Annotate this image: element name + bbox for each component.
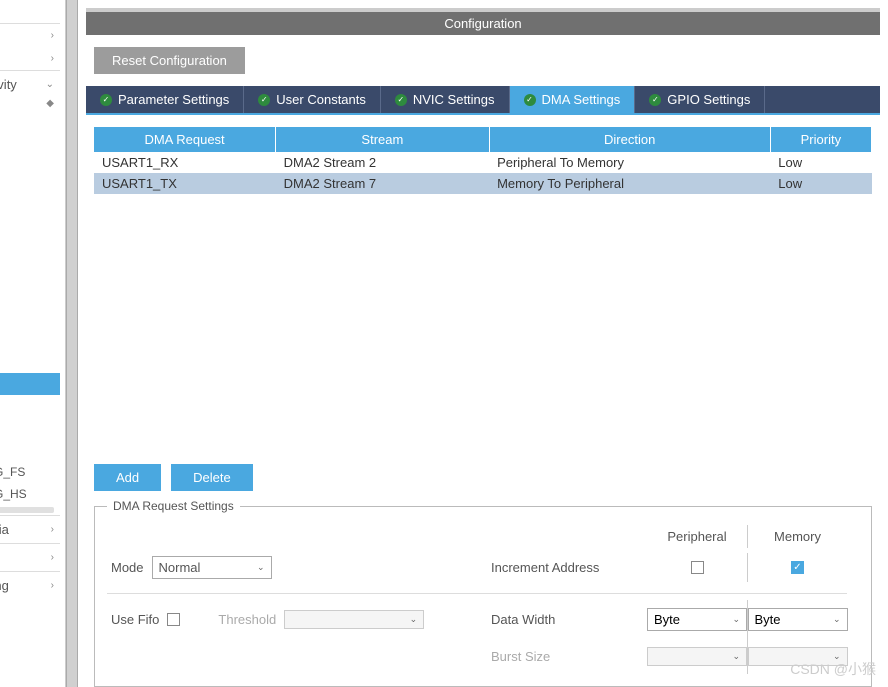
burst-size-label: Burst Size	[487, 641, 647, 672]
chevron-down-icon: ⌄	[833, 614, 841, 625]
table-cell: USART1_TX	[94, 173, 276, 194]
tabs-bar: ✓Parameter Settings✓User Constants✓NVIC …	[86, 86, 880, 115]
increment-peripheral-checkbox[interactable]	[691, 561, 704, 574]
sidebar-blank[interactable]: ›	[0, 47, 60, 70]
increment-address-label: Increment Address	[487, 552, 647, 583]
sidebar-item-fmc[interactable]: FMC	[0, 175, 60, 197]
burst-size-peripheral-select: ⌄	[647, 647, 747, 666]
sidebar-section[interactable]: Computing›	[0, 571, 60, 599]
configuration-banner: Configuration	[86, 8, 880, 35]
column-header[interactable]: Stream	[276, 127, 489, 152]
sidebar-item-usb_otg_fs[interactable]: USB_OTG_FS	[0, 461, 60, 483]
tab-user-constants[interactable]: ✓User Constants	[244, 86, 381, 113]
reset-configuration-button[interactable]: Reset Configuration	[94, 47, 245, 74]
resize-gutter[interactable]	[66, 0, 78, 687]
mode-row: Mode Normal⌄	[107, 548, 487, 587]
left-sidebar: WDG › › Connectivity⌄ ◆ CAN1CAN2ETHFMCI2…	[0, 0, 66, 687]
table-row[interactable]: USART1_RXDMA2 Stream 2Peripheral To Memo…	[94, 152, 872, 173]
check-icon: ✓	[649, 94, 661, 106]
progress-bar	[0, 507, 54, 513]
sidebar-item-i2c2[interactable]: I2C2	[0, 219, 60, 241]
check-icon: ✓	[258, 94, 270, 106]
add-button[interactable]: Add	[94, 464, 161, 491]
mode-select[interactable]: Normal⌄	[152, 556, 272, 579]
chevron-right-icon: ›	[51, 524, 54, 535]
table-cell: Peripheral To Memory	[489, 152, 770, 173]
dma-table: DMA RequestStreamDirectionPriority USART…	[94, 127, 872, 194]
chevron-down-icon: ⌄	[257, 562, 265, 573]
table-cell: Low	[770, 173, 871, 194]
chevron-down-icon: ⌄	[410, 614, 418, 625]
sidebar-item[interactable]: WDG	[0, 0, 60, 23]
use-fifo-row: Use Fifo Threshold ⌄	[107, 602, 487, 637]
tab-parameter-settings[interactable]: ✓Parameter Settings	[86, 86, 244, 113]
table-cell: USART1_RX	[94, 152, 276, 173]
sidebar-item-eth[interactable]: ETH	[0, 153, 60, 175]
sidebar-item-usb_otg_hs[interactable]: USB_OTG_HS	[0, 483, 60, 505]
use-fifo-label: Use Fifo	[111, 612, 159, 627]
watermark: CSDN @小猴	[790, 659, 876, 679]
column-header[interactable]: Priority	[770, 127, 871, 152]
check-icon: ✓	[100, 94, 112, 106]
fieldset-legend: DMA Request Settings	[107, 499, 240, 513]
mode-label: Mode	[111, 560, 144, 575]
sidebar-item-i2c1[interactable]: I2C1	[0, 197, 60, 219]
table-cell: Low	[770, 152, 871, 173]
sort-icon[interactable]: ◆	[46, 98, 54, 109]
chevron-right-icon: ›	[51, 552, 54, 563]
data-width-peripheral-select[interactable]: Byte⌄	[647, 608, 747, 631]
sidebar-item-spi3[interactable]: SPI3	[0, 307, 60, 329]
sidebar-item-spi2[interactable]: SPI2	[0, 285, 60, 307]
sidebar-item-can1[interactable]: CAN1	[0, 109, 60, 131]
chevron-down-icon: ⌄	[732, 651, 740, 662]
sidebar-item-usart3[interactable]: USART3	[0, 417, 60, 439]
increment-memory-checkbox[interactable]: ✓	[791, 561, 804, 574]
chevron-right-icon: ›	[51, 580, 54, 591]
tab-dma-settings[interactable]: ✓DMA Settings	[510, 86, 636, 113]
data-width-label: Data Width	[487, 604, 647, 635]
dma-request-settings-fieldset: DMA Request Settings Peripheral Memory M…	[94, 499, 872, 687]
sidebar-item-uart4[interactable]: UART4	[0, 329, 60, 351]
table-cell: Memory To Peripheral	[489, 173, 770, 194]
sidebar-item-uart5[interactable]: UART5	[0, 351, 60, 373]
chevron-right-icon: ›	[51, 53, 54, 64]
memory-header: Memory	[747, 525, 847, 548]
tab-gpio-settings[interactable]: ✓GPIO Settings	[635, 86, 765, 113]
table-row[interactable]: USART1_TXDMA2 Stream 7Memory To Peripher…	[94, 173, 872, 194]
threshold-select: ⌄	[284, 610, 424, 629]
check-icon: ✓	[524, 94, 536, 106]
main-content: Configuration Reset Configuration ✓Param…	[78, 0, 888, 687]
check-icon: ✓	[395, 94, 407, 106]
threshold-label: Threshold	[218, 612, 276, 627]
sidebar-section[interactable]: Security›	[0, 543, 60, 571]
column-header[interactable]: DMA Request	[94, 127, 276, 152]
sidebar-item-usart1[interactable]: USART1	[0, 373, 60, 395]
sidebar-item-can2[interactable]: CAN2	[0, 131, 60, 153]
sidebar-item-usart2[interactable]: USART2	[0, 395, 60, 417]
sidebar-item-usart6[interactable]: USART6	[0, 439, 60, 461]
sidebar-section-connectivity[interactable]: Connectivity⌄	[0, 70, 60, 98]
data-width-memory-select[interactable]: Byte⌄	[748, 608, 848, 631]
delete-button[interactable]: Delete	[171, 464, 253, 491]
table-cell: DMA2 Stream 2	[276, 152, 489, 173]
column-header[interactable]: Direction	[489, 127, 770, 152]
tab-nvic-settings[interactable]: ✓NVIC Settings	[381, 86, 510, 113]
peripheral-header: Peripheral	[647, 525, 747, 548]
chevron-down-icon: ⌄	[46, 79, 54, 90]
use-fifo-checkbox[interactable]	[167, 613, 180, 626]
sidebar-item-spi1[interactable]: SPI1	[0, 263, 60, 285]
chevron-right-icon: ›	[51, 30, 54, 41]
sidebar-blank[interactable]: ›	[0, 23, 60, 47]
chevron-down-icon: ⌄	[732, 614, 740, 625]
sidebar-section[interactable]: Multimedia›	[0, 515, 60, 543]
sidebar-item-sdio[interactable]: SDIO	[0, 241, 60, 263]
table-cell: DMA2 Stream 7	[276, 173, 489, 194]
